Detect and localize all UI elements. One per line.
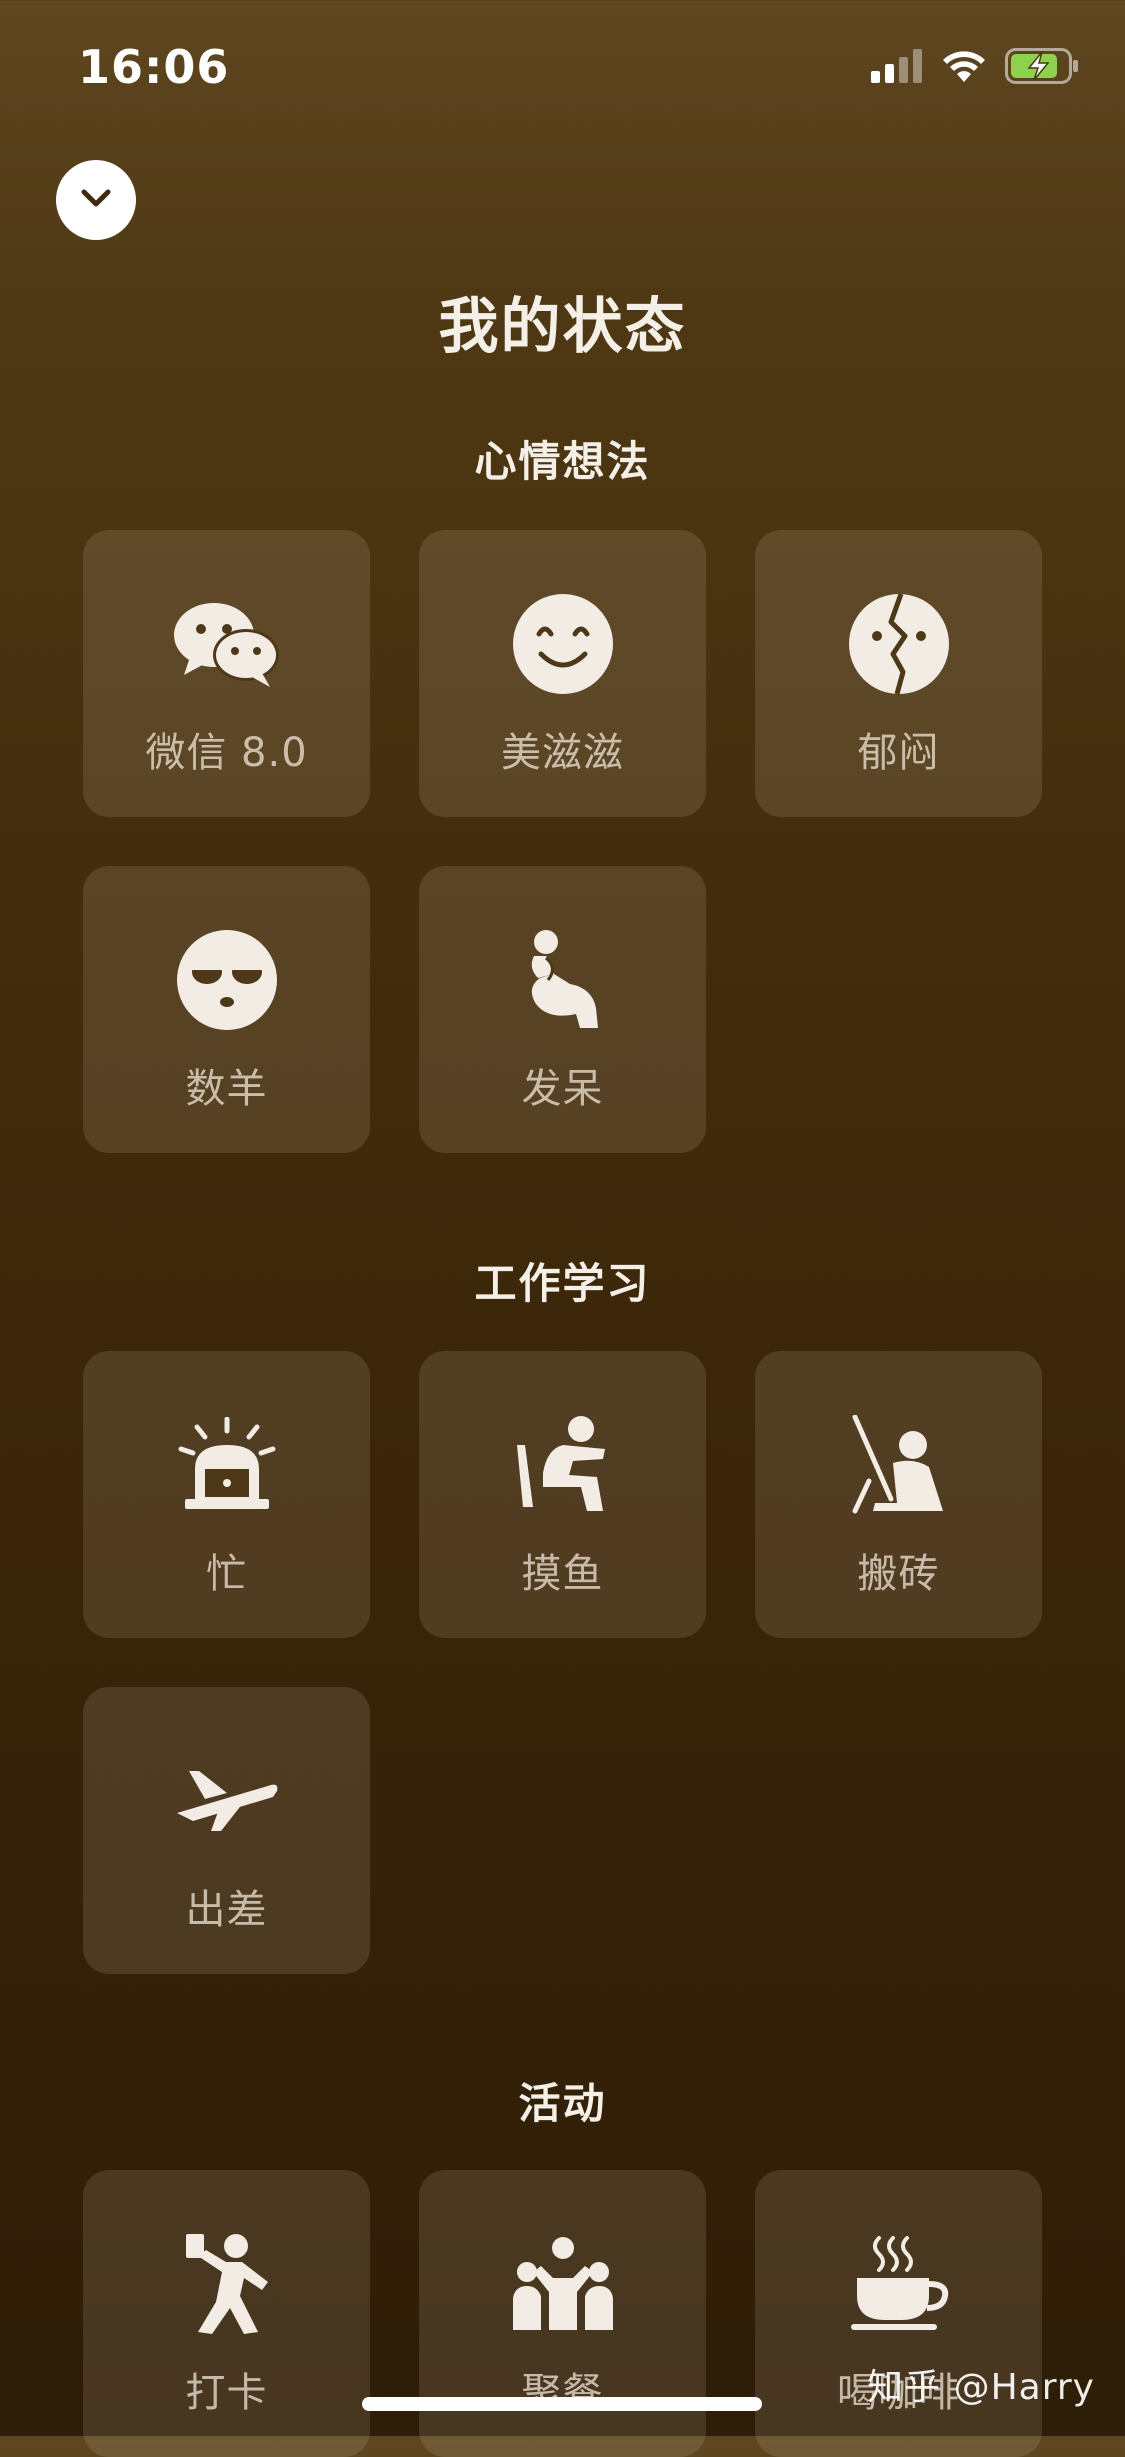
airplane-icon	[83, 1747, 370, 1855]
tile-label: 出差	[185, 1887, 268, 1933]
tile-label: 打卡	[185, 2370, 268, 2416]
sleepy-face-icon	[83, 926, 370, 1034]
battery-charging-icon	[1005, 48, 1079, 84]
status-tile-counting-sheep[interactable]: 数羊	[83, 866, 370, 1153]
status-tile-busy[interactable]: 忙	[83, 1351, 370, 1638]
status-tile-gathering[interactable]: 聚餐	[419, 2170, 706, 2457]
laborer-icon	[755, 1411, 1042, 1519]
chevron-down-icon	[78, 186, 114, 214]
page-title: 我的状态	[438, 292, 687, 362]
wifi-icon	[941, 49, 987, 83]
thinker-icon	[419, 926, 706, 1034]
status-tile-daydream[interactable]: 发呆	[419, 866, 706, 1153]
tile-label: 美滋滋	[501, 730, 624, 776]
status-bar: 16:06	[0, 0, 1125, 130]
tile-label: 数羊	[185, 1066, 268, 1112]
status-tile-check-in[interactable]: 打卡	[83, 2170, 370, 2457]
home-indicator[interactable]	[362, 2397, 762, 2411]
tile-label: 微信 8.0	[145, 730, 308, 776]
status-tile-coffee[interactable]: 喝咖啡	[755, 2170, 1042, 2457]
section-title-work-study: 工作学习	[474, 1259, 651, 1308]
tile-label: 郁闷	[857, 730, 940, 776]
status-tile-wechat[interactable]: 微信 8.0	[83, 530, 370, 817]
status-icons	[871, 48, 1079, 84]
tile-label: 摸鱼	[521, 1551, 604, 1597]
section-title-mood: 心情想法	[474, 437, 651, 486]
collapse-button[interactable]	[56, 160, 136, 240]
cellular-signal-icon	[871, 49, 923, 83]
coffee-cup-icon	[755, 2230, 1042, 2338]
status-time: 16:06	[78, 40, 230, 94]
status-tile-slacking[interactable]: 摸鱼	[419, 1351, 706, 1638]
tile-label: 发呆	[521, 1066, 604, 1112]
alarm-siren-icon	[83, 1411, 370, 1519]
slacking-person-icon	[419, 1411, 706, 1519]
tile-label: 忙	[206, 1551, 247, 1597]
status-tile-grinding[interactable]: 搬砖	[755, 1351, 1042, 1638]
tile-label: 搬砖	[857, 1551, 940, 1597]
status-tile-business-trip[interactable]: 出差	[83, 1687, 370, 1974]
broken-face-icon	[755, 590, 1042, 698]
gathering-people-icon	[419, 2230, 706, 2338]
wechat-icon	[83, 590, 370, 698]
section-title-activities: 活动	[518, 2079, 607, 2128]
status-tile-happy[interactable]: 美滋滋	[419, 530, 706, 817]
watermark: 知乎 @Harry	[867, 2367, 1095, 2408]
status-tile-gloomy[interactable]: 郁闷	[755, 530, 1042, 817]
check-in-person-icon	[83, 2230, 370, 2338]
smile-face-icon	[419, 590, 706, 698]
